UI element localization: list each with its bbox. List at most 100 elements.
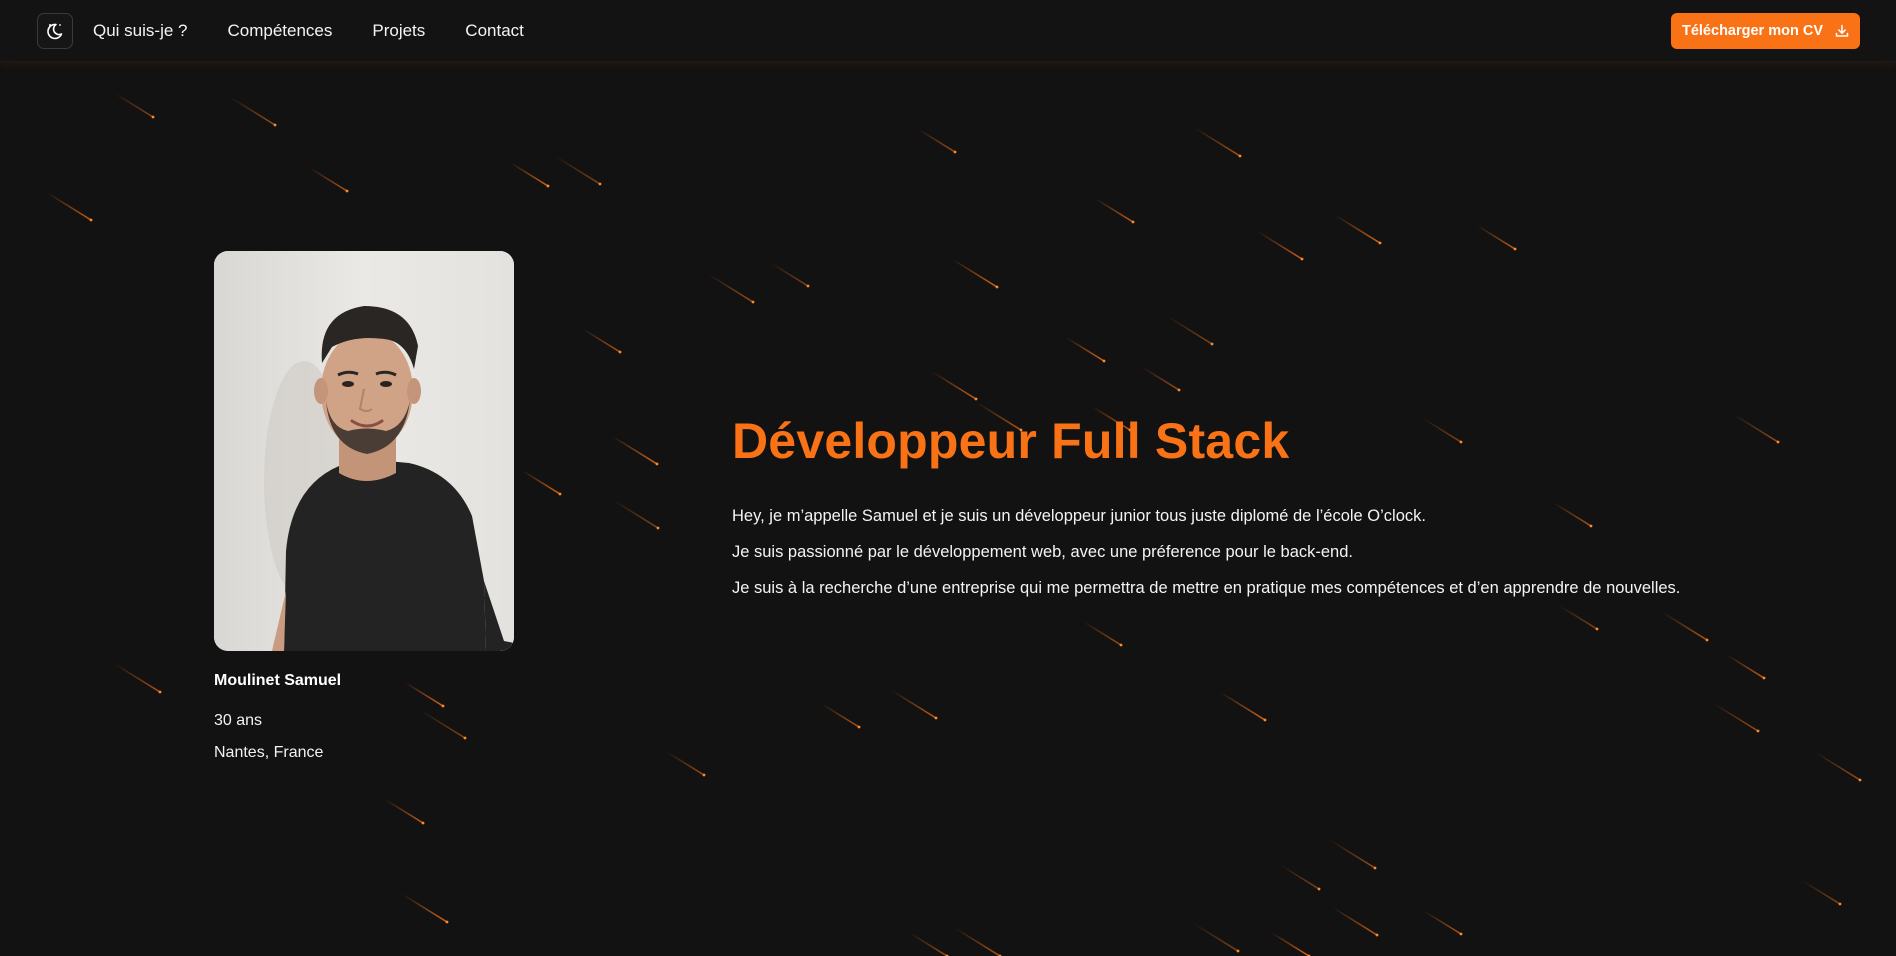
meteor-streak [954, 927, 1001, 956]
meteor-head [598, 182, 602, 186]
meteor-streak [1329, 839, 1376, 869]
meteor-head [441, 704, 445, 708]
meteor-streak [612, 499, 659, 529]
meteor-streak [1094, 197, 1134, 223]
meteor-head [345, 189, 349, 193]
meteor-streak [916, 127, 956, 153]
meteor-head [151, 115, 155, 119]
meteor-head [89, 218, 93, 222]
meteor-streak [707, 273, 754, 303]
nav-link-about[interactable]: Qui suis-je ? [93, 21, 187, 41]
meteor-streak [1814, 751, 1861, 781]
meteor-streak [1712, 702, 1759, 732]
meteor-head [1263, 718, 1267, 722]
nav-link-skills[interactable]: Compétences [227, 21, 332, 41]
meteor-head [546, 184, 550, 188]
meteor-head [1513, 247, 1517, 251]
meteor-head [421, 821, 425, 825]
meteor-head [953, 150, 957, 154]
meteor-streak [1256, 230, 1303, 260]
meteor-streak [419, 709, 466, 739]
meteor-head [1210, 342, 1214, 346]
meteor-streak [1476, 224, 1516, 250]
meteor-streak [401, 893, 448, 923]
hero-title: Développeur Full Stack [732, 413, 1290, 469]
meteor-head [655, 462, 659, 466]
meteor-streak [114, 92, 154, 118]
meteor-head [1102, 359, 1106, 363]
meteor-streak [1065, 336, 1105, 362]
meteor-head [1373, 866, 1377, 870]
meteor-head [702, 773, 706, 777]
meteor-streak [930, 370, 977, 400]
meteor-streak [1661, 611, 1708, 641]
profile-age: 30 ans [214, 712, 263, 729]
meteor-streak [404, 681, 444, 707]
nav-link-contact[interactable]: Contact [465, 21, 524, 41]
meteor-head [1119, 643, 1123, 647]
meteor-streak [308, 166, 348, 192]
intro-paragraph: Hey, je m’appelle Samuel et je suis un d… [732, 507, 1426, 525]
meteor-streak [521, 469, 561, 495]
meteor-head [1378, 241, 1382, 245]
meteor-head [1858, 778, 1862, 782]
meteor-streak [769, 261, 809, 287]
meteor-streak [890, 689, 937, 719]
meteor-head [445, 920, 449, 924]
meteor-streak [1166, 315, 1213, 345]
meteor-streak [1194, 127, 1241, 157]
meteor-streak [611, 435, 658, 465]
meteor-streak [820, 702, 860, 728]
meteor-streak [581, 327, 621, 353]
meteor-streak [1422, 417, 1462, 443]
profile-photo [214, 251, 514, 651]
meteor-streak [1219, 691, 1266, 721]
meteor-streak [509, 161, 549, 187]
meteor-streak [114, 663, 161, 693]
meteor-head [1705, 638, 1709, 642]
meteor-head [1595, 627, 1599, 631]
meteor-streak [554, 155, 601, 185]
meteor-streak [1732, 413, 1779, 443]
profile-name: Moulinet Samuel [214, 672, 342, 689]
meteor-head [934, 716, 938, 720]
meteor-head [751, 300, 755, 304]
meteor-streak [1422, 909, 1462, 935]
meteor-head [1762, 676, 1766, 680]
meteor-head [1177, 388, 1181, 392]
meteor-head [618, 350, 622, 354]
meteor-streak [1334, 214, 1381, 244]
meteor-streak [384, 798, 424, 824]
logo-button[interactable] [37, 13, 73, 49]
nav-links: Qui suis-je ? Compétences Projets Contac… [93, 0, 524, 62]
download-cv-label: Télécharger mon CV [1681, 23, 1823, 39]
meteor-streak [908, 931, 948, 956]
intro-paragraph: Je suis passionné par le développement w… [732, 543, 1353, 561]
meteor-head [463, 736, 467, 740]
nav-link-projects[interactable]: Projets [372, 21, 425, 41]
meteor-head [806, 284, 810, 288]
meteor-head [1459, 932, 1463, 936]
top-navbar: Qui suis-je ? Compétences Projets Contac… [0, 0, 1896, 62]
download-cv-button[interactable]: Télécharger mon CV [1671, 13, 1860, 49]
meteor-head [974, 397, 978, 401]
meteor-streak [45, 191, 92, 221]
meteor-head [1131, 220, 1135, 224]
page: Qui suis-je ? Compétences Projets Contac… [0, 0, 1896, 956]
meteor-head [558, 492, 562, 496]
meteor-streak [1725, 653, 1765, 679]
meteor-streak [1192, 922, 1239, 952]
meteor-head [158, 690, 162, 694]
meteor-head [656, 526, 660, 530]
meteor-streak [1280, 864, 1320, 890]
meteor-head [1300, 257, 1304, 261]
meteor-head [1838, 902, 1842, 906]
meteor-head [1756, 729, 1760, 733]
meteor-streak [229, 96, 276, 126]
meteor-head [1375, 933, 1379, 937]
meteor-head [1317, 887, 1321, 891]
meteor-head [1238, 154, 1242, 158]
meteor-head [273, 123, 277, 127]
meteor-head [857, 725, 861, 729]
intro-paragraph: Je suis à la recherche d’une entreprise … [732, 579, 1681, 597]
